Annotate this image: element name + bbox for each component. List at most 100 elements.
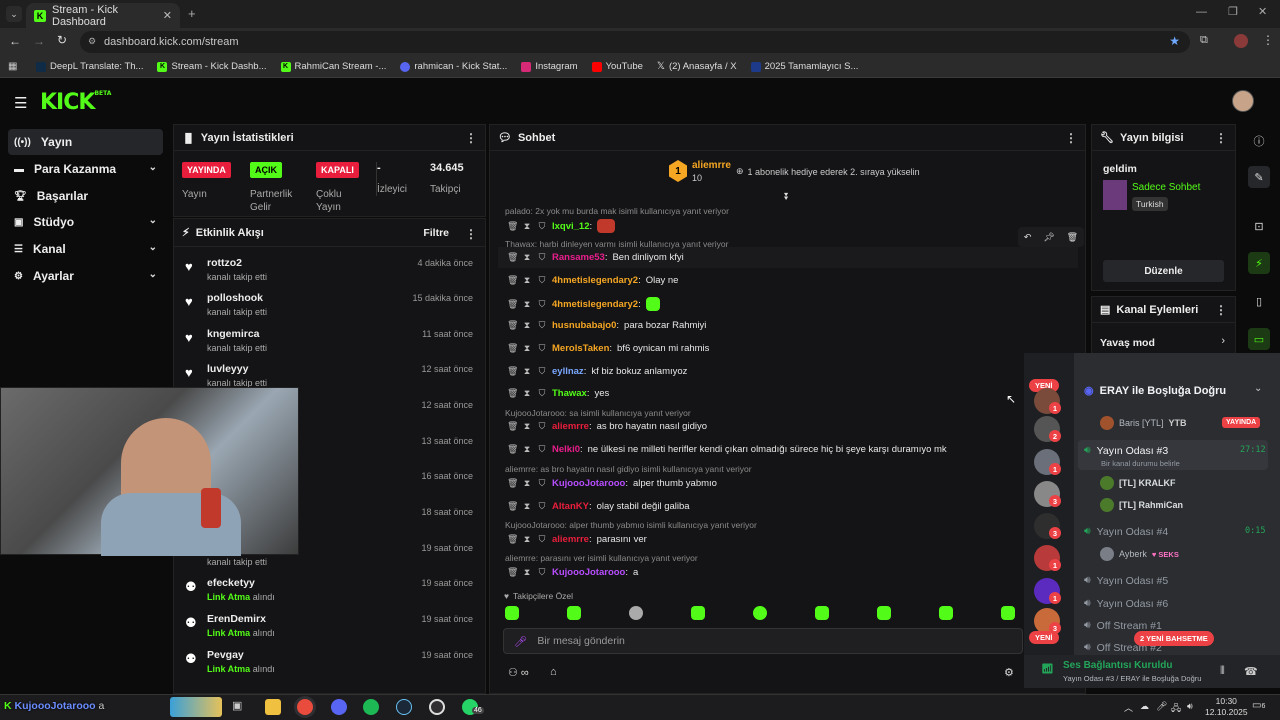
activity-row[interactable]: ⚉ efecketyy Link Atma alındı 19 saat önce <box>181 575 481 609</box>
chat-username[interactable]: Thawax <box>552 388 587 399</box>
mod-shield-icon[interactable]: ⛉ <box>537 366 547 377</box>
timeout-icon[interactable]: ⧗ <box>522 221 532 232</box>
forward-icon[interactable]: → <box>33 34 45 48</box>
chat-users-icon[interactable]: ⚇ ∞ <box>508 666 529 679</box>
chat-username[interactable]: husnubabajo0 <box>552 320 616 331</box>
edit-button[interactable]: Düzenle <box>1103 260 1224 282</box>
chat-username[interactable]: Nelki0 <box>552 444 580 455</box>
sidebar-item-basarilar[interactable]: 🏆︎ Başarılar <box>8 183 163 209</box>
activity-username[interactable]: ErenDemirx <box>207 613 266 625</box>
voice-status[interactable]: Ses Bağlantısı Kuruldu <box>1063 660 1172 671</box>
more-options-icon[interactable]: ⋮ <box>1065 131 1077 145</box>
channel-status[interactable]: Bir kanal durumu belirle <box>1101 459 1180 468</box>
timeout-icon[interactable]: ⧗ <box>522 320 532 331</box>
reply-context[interactable]: KujoooJotarooo: alper thumb yabmıo isiml… <box>505 520 757 530</box>
emote-icon[interactable] <box>567 606 581 620</box>
document-icon[interactable]: ▯ <box>1248 290 1270 312</box>
mod-shield-icon[interactable]: ⛉ <box>537 567 547 578</box>
bookmark-kick-stats[interactable]: rahmican - Kick Stat... <box>400 61 507 72</box>
chat-username[interactable]: 4hmetislegendary2 <box>552 299 638 310</box>
chat-message[interactable]: 🗑︎ ⧗ ⛉ MerolsTaken: bf6 oynican mi rahmis <box>507 343 709 354</box>
more-options-icon[interactable]: ⋮ <box>465 131 477 145</box>
mod-shield-icon[interactable]: ⛉ <box>537 320 547 331</box>
clock[interactable]: 10:30 12.10.2025 <box>1205 696 1248 718</box>
chat-username[interactable]: Ransame53 <box>552 252 605 263</box>
obs-icon[interactable] <box>429 699 445 715</box>
emote-icon[interactable] <box>877 606 891 620</box>
discord-user-rahmican[interactable]: [TL] RahmiCan <box>1100 498 1183 512</box>
chevron-right-icon[interactable]: › <box>1221 335 1225 347</box>
chat-username[interactable]: aliemrre <box>552 421 589 432</box>
chrome-icon[interactable] <box>297 699 313 715</box>
mod-shield-icon[interactable]: ⛉ <box>537 421 547 432</box>
network-icon[interactable]: 🖧︎ <box>1171 701 1181 717</box>
mod-shield-icon[interactable]: ⛉ <box>537 534 547 545</box>
maximize-icon[interactable]: ❐ <box>1228 5 1238 18</box>
soundwave-icon[interactable]: ⦀ <box>1220 665 1225 678</box>
disconnect-icon[interactable]: ☎ <box>1244 665 1258 678</box>
chat-message[interactable]: 🗑︎ ⧗ ⛉ aliemrre: as bro hayatın nasıl gidiyo <box>507 421 707 432</box>
tray-mic-icon[interactable]: 🎤︎ <box>1156 701 1167 712</box>
delete-icon[interactable]: 🗑︎ <box>507 366 518 377</box>
activity-row[interactable]: ⚉ Pevgay Link Atma alındı 19 saat önce <box>181 647 481 681</box>
discord-icon[interactable] <box>331 699 347 715</box>
timeout-icon[interactable]: ⧗ <box>522 275 532 286</box>
chat-username[interactable]: 4hmetislegendary2 <box>552 275 638 286</box>
timeout-icon[interactable]: ⧗ <box>522 366 532 377</box>
tray-chevron-icon[interactable]: ︿ <box>1124 701 1133 714</box>
delete-icon[interactable]: 🗑︎ <box>507 567 518 578</box>
emote-icon[interactable] <box>691 606 705 620</box>
new-tab-icon[interactable]: + <box>188 6 196 21</box>
user-avatar[interactable] <box>1232 90 1254 112</box>
back-icon[interactable]: ← <box>9 34 21 48</box>
minimize-icon[interactable]: — <box>1196 6 1207 18</box>
emote-icon[interactable] <box>815 606 829 620</box>
chat-message[interactable]: 🗑︎ ⧗ ⛉ 4hmetislegendary2: <box>507 297 660 311</box>
timeout-icon[interactable]: ⧗ <box>522 444 532 455</box>
chat-message[interactable]: 🗑︎ ⧗ ⛉ AltanKY: olay stabil değil galiba <box>507 501 690 512</box>
chat-message[interactable]: 🗑︎ ⧗ ⛉ lxqvi_12: <box>507 219 616 233</box>
delete-icon[interactable]: 🗑︎ <box>507 444 518 455</box>
activity-username[interactable]: Pevgay <box>207 649 244 661</box>
gift-shop-icon[interactable]: ⌂ <box>550 666 557 678</box>
chat-username[interactable]: lxqvi_12 <box>552 221 590 232</box>
site-info-icon[interactable]: ⚙ <box>88 36 96 47</box>
chevron-down-icon[interactable]: ⌄ <box>1254 383 1262 394</box>
url-bar[interactable]: ⚙ dashboard.kick.com/stream ★ <box>80 31 1190 53</box>
bookmark-youtube[interactable]: YouTube <box>591 61 643 72</box>
sidebar-item-ayarlar[interactable]: ⚙ Ayarlar ⌄ <box>8 263 163 289</box>
timeout-icon[interactable]: ⧗ <box>522 343 532 354</box>
more-options-icon[interactable]: ⋮ <box>465 227 477 241</box>
chat-username[interactable]: KujoooJotarooo <box>552 478 625 489</box>
emote-icon[interactable] <box>505 606 519 620</box>
chat-message[interactable]: 🗑︎ ⧗ ⛉ 4hmetislegendary2: Olay ne <box>507 275 678 286</box>
chat-message[interactable]: 🗑︎ ⧗ ⛉ KujoooJotarooo: alper thumb yabmıo <box>507 478 717 489</box>
delete-icon[interactable]: 🗑︎ <box>507 421 518 432</box>
chat-message[interactable]: 🗑︎ ⧗ ⛉ Ransame53: Ben dinliyom kfyi <box>507 252 684 263</box>
delete-icon[interactable]: 🗑︎ <box>507 320 518 331</box>
chat-message[interactable]: 🗑︎ ⧗ ⛉ KujoooJotarooo: a <box>507 567 638 578</box>
chat-message[interactable]: 🗑︎ ⧗ ⛉ Thawax: yes <box>507 388 609 399</box>
emote-icon[interactable] <box>629 606 643 620</box>
chat-message[interactable]: 🗑︎ ⧗ ⛉ aliemrre: parasını ver <box>507 534 647 545</box>
bookmark-kick-dashboard[interactable]: K Stream - Kick Dashb... <box>157 61 267 72</box>
info-icon[interactable]: ⓘ <box>1248 130 1270 152</box>
more-options-icon[interactable]: ⋮ <box>1215 303 1227 317</box>
taskbar-widget[interactable] <box>170 697 222 717</box>
mic-icon[interactable]: 🎤︎ <box>514 635 527 648</box>
mod-shield-icon[interactable]: ⛉ <box>537 221 547 232</box>
sidebar-item-para-kazanma[interactable]: ▬ Para Kazanma ⌄ <box>8 156 163 182</box>
reply-context[interactable]: KujoooJotarooo: sa isimli kullanıcıya ya… <box>505 408 691 418</box>
timeout-icon[interactable]: ⧗ <box>522 252 532 263</box>
chat-message[interactable]: 🗑︎ ⧗ ⛉ eyllnaz: kf biz bokuz anlamıyoz <box>507 366 687 377</box>
delete-icon[interactable]: 🗑︎ <box>507 221 518 232</box>
file-explorer-icon[interactable] <box>265 699 281 715</box>
timeout-icon[interactable]: ⧗ <box>522 299 532 310</box>
task-view-icon[interactable]: ▣ <box>232 699 248 715</box>
reload-icon[interactable]: ↻ <box>57 33 67 47</box>
filter-button[interactable]: Filtre <box>423 227 449 239</box>
mod-shield-icon[interactable]: ⛉ <box>537 478 547 489</box>
chat-username[interactable]: MerolsTaken <box>552 343 609 354</box>
kick-logo[interactable]: KICKBETA <box>40 90 111 115</box>
discord-user-ayberk[interactable]: Ayberk ♥ SEKS <box>1100 547 1179 561</box>
